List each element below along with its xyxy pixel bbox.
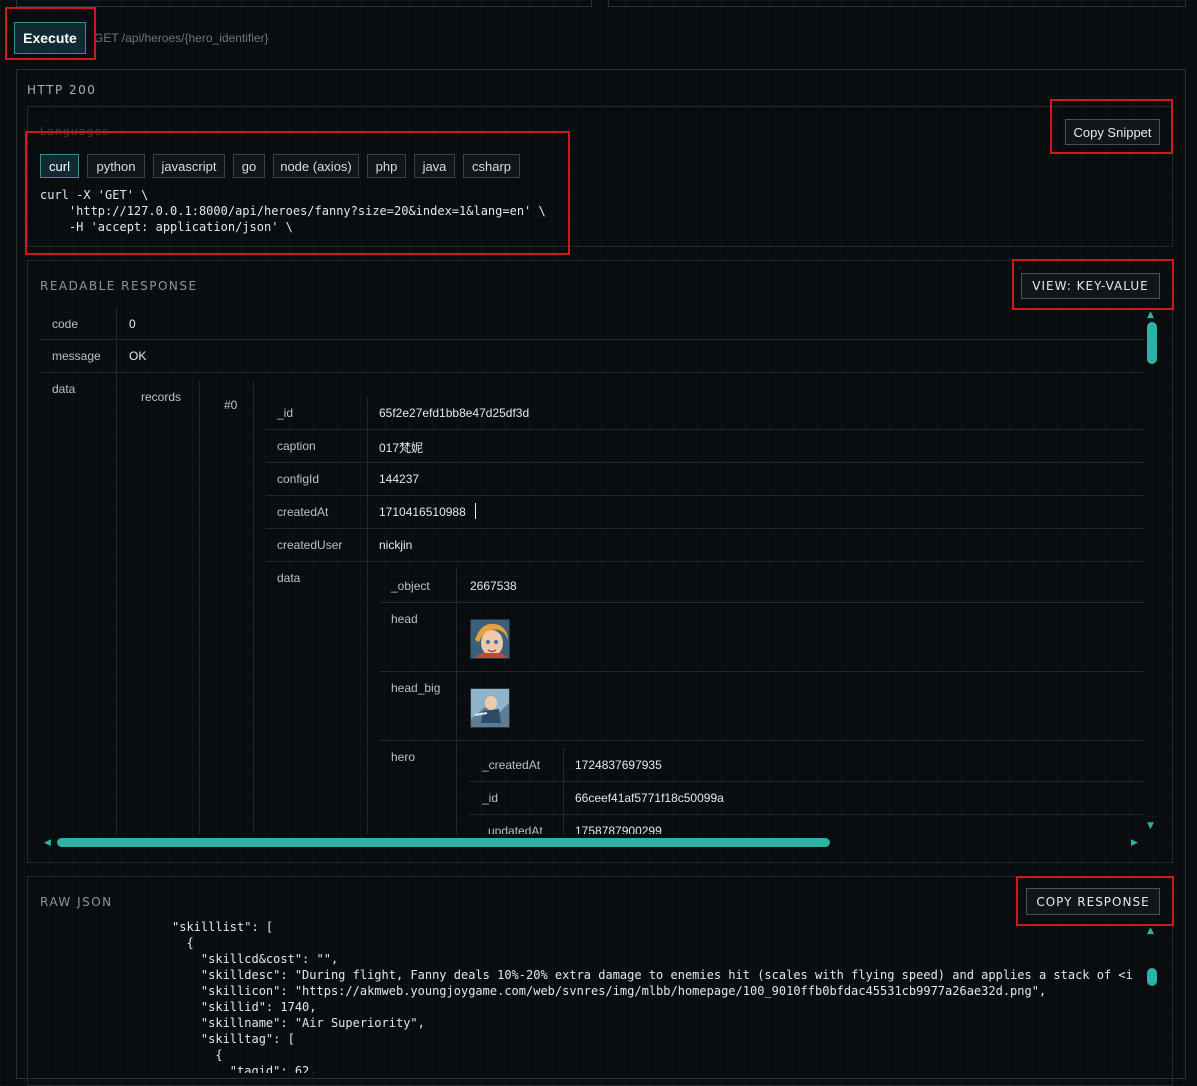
readable-horizontal-scrollbar[interactable] <box>57 838 1131 848</box>
code-line: -H 'accept: application/json' \ <box>40 220 293 234</box>
execute-button[interactable]: Execute <box>14 22 86 54</box>
top-panel-right <box>608 0 1186 7</box>
json-line: "tagid": 62, <box>172 1064 317 1073</box>
key-message: message <box>52 349 101 363</box>
head-big-image <box>470 688 510 728</box>
key-data: data <box>52 382 76 396</box>
key-head-big: head_big <box>391 681 441 695</box>
json-line: "skilltag": [ <box>172 1032 295 1046</box>
http-status: HTTP 200 <box>27 83 97 97</box>
tab-curl[interactable]: curl <box>40 154 79 178</box>
scroll-left-arrow-icon[interactable]: ◀ <box>44 839 51 848</box>
readable-vertical-thumb[interactable] <box>1147 322 1157 364</box>
value-createduser: nickjin <box>379 538 413 552</box>
scroll-right-arrow-icon[interactable]: ▶ <box>1131 839 1138 848</box>
value-object: 2667538 <box>470 579 517 593</box>
value-createdat: 1710416510988 <box>379 505 466 519</box>
key-configid: configId <box>277 472 320 486</box>
raw-vertical-scrollbar[interactable] <box>1147 938 1157 1073</box>
code-line: 'http://127.0.0.1:8000/api/heroes/fanny?… <box>40 204 546 218</box>
key-createduser: createdUser <box>277 538 343 552</box>
value-hero-createdat: 1724837697935 <box>575 758 662 772</box>
record-index: #0 <box>224 398 238 412</box>
copy-snippet-button[interactable]: Copy Snippet <box>1065 119 1160 145</box>
key-createdat: createdAt <box>277 505 329 519</box>
kv-table: code 0 message OK data records #0 _id 65… <box>40 307 1144 834</box>
raw-json-viewer[interactable]: "skilllist": [ { "skillcd&cost": "", "sk… <box>40 915 1144 1073</box>
tab-java[interactable]: java <box>414 154 455 178</box>
json-line: { <box>172 1048 223 1062</box>
tab-php[interactable]: php <box>367 154 406 178</box>
json-line: "skillcd&cost": "", <box>172 952 339 966</box>
key-object: _object <box>391 579 430 593</box>
raw-scroll-up-arrow-icon[interactable]: ▲ <box>1147 927 1154 936</box>
key-hero-updatedat: updatedAt <box>488 824 543 834</box>
key-record-data: data <box>277 571 301 585</box>
value-hero-id: 66ceef41af5771f18c50099a <box>575 791 724 805</box>
copy-response-button[interactable]: COPY RESPONSE <box>1026 888 1160 915</box>
json-line: "skillicon": "https://akmweb.youngjoygam… <box>172 984 1047 998</box>
json-line: "skillname": "Air Superiority", <box>172 1016 425 1030</box>
value-caption: 017梵妮 <box>379 441 424 455</box>
key-hero-createdat: _createdAt <box>482 758 541 772</box>
value-record-id: 65f2e27efd1bb8e47d25df3d <box>379 406 530 420</box>
languages-label: Languages <box>40 125 110 138</box>
tab-go[interactable]: go <box>233 154 265 178</box>
text-cursor <box>475 503 476 519</box>
value-configid: 144237 <box>379 472 420 486</box>
raw-vertical-thumb[interactable] <box>1147 968 1157 986</box>
code-line: curl -X 'GET' \ <box>40 188 149 202</box>
tab-node-axios[interactable]: node (axios) <box>273 154 359 178</box>
key-records: records <box>141 390 182 404</box>
value-hero-updatedat: 1758787900299 <box>575 824 662 834</box>
scroll-down-arrow-icon[interactable]: ▼ <box>1147 822 1154 831</box>
value-code: 0 <box>129 317 136 331</box>
json-line: "skilllist": [ <box>172 920 274 934</box>
value-message: OK <box>129 349 147 363</box>
tab-javascript[interactable]: javascript <box>153 154 225 178</box>
json-line: "skilldesc": "During flight, Fanny deals… <box>172 968 1133 982</box>
key-hero: hero <box>391 750 416 764</box>
readable-response-title: READABLE RESPONSE <box>40 279 198 293</box>
readable-vertical-scrollbar[interactable] <box>1147 322 1157 820</box>
tab-python[interactable]: python <box>87 154 145 178</box>
json-line: { <box>172 936 194 950</box>
key-head: head <box>391 612 418 626</box>
key-hero-id: _id <box>482 791 499 805</box>
top-panel-left <box>16 0 592 7</box>
key-code: code <box>52 317 79 331</box>
tab-csharp[interactable]: csharp <box>463 154 520 178</box>
head-image <box>470 619 510 659</box>
readable-horizontal-thumb[interactable] <box>57 838 830 847</box>
view-toggle-button[interactable]: VIEW: KEY-VALUE <box>1021 273 1160 299</box>
key-record-id: _id <box>277 406 294 420</box>
scroll-up-arrow-icon[interactable]: ▲ <box>1147 311 1154 320</box>
endpoint-path: GET /api/heroes/{hero_identifier} <box>94 31 269 45</box>
raw-json-title: RAW JSON <box>40 895 113 909</box>
json-line: "skillid": 1740, <box>172 1000 317 1014</box>
key-caption: caption <box>277 439 316 453</box>
